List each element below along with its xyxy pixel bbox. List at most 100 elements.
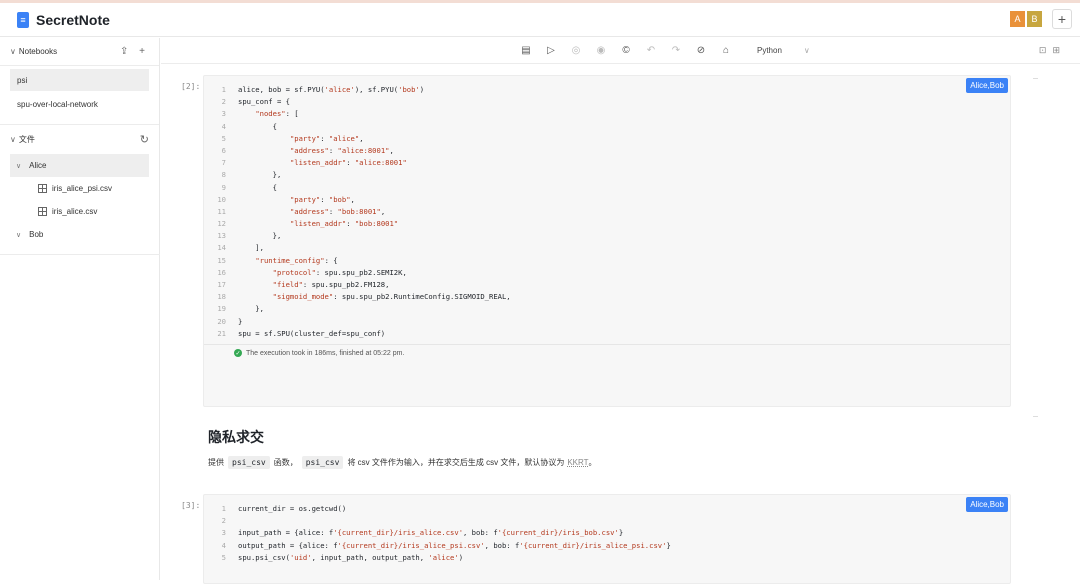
redo-icon[interactable]: ↷ (670, 44, 682, 56)
chevron-down-icon[interactable]: ∨ (804, 46, 810, 55)
code-text: ], (238, 243, 264, 253)
line-number: 16 (217, 267, 226, 277)
paragraph-text: 函数， (273, 458, 298, 467)
code-line[interactable]: 14 ], (204, 242, 1010, 254)
files-header[interactable]: ∨ 文件 ↻ (0, 124, 159, 154)
code-line[interactable]: 20} (204, 316, 1010, 328)
location-icon[interactable]: ◎ (570, 44, 582, 56)
code-line[interactable]: 3 "nodes": [ (204, 108, 1010, 120)
line-number: 2 (221, 516, 226, 526)
code-line[interactable]: 21 spu = sf.SPU(cluster_def=spu_conf) (204, 328, 1010, 340)
file-tree: ∨ Alice iris_alice_psi.csv iris_alice.cs… (0, 154, 159, 246)
line-number: 9 (221, 182, 226, 192)
code-line[interactable]: 13 }, (204, 230, 1010, 242)
folder-label: Alice (29, 161, 47, 170)
code-text: current_dir = os.getcwd() (238, 504, 347, 513)
code-line[interactable]: 4 output_path = {alice: f'{current_dir}/i… (204, 540, 1010, 552)
code-line[interactable]: 15 "runtime_config": { (204, 255, 1010, 267)
line-number: 1 (221, 85, 226, 94)
code-line[interactable]: 6 "address": "alice:8001", (204, 145, 1010, 157)
markdown-paragraph: 提供 psi_csv 函数， psi_csv 将 csv 文件作为输入，并在求交… (208, 456, 597, 469)
view-toggle-icons[interactable]: ⊡⊞ (1039, 45, 1066, 56)
cell-marker (1033, 416, 1038, 417)
kkrt-link[interactable]: KKRT (567, 458, 588, 467)
code-line[interactable]: 19 }, (204, 303, 1010, 315)
table-file-icon (38, 207, 47, 216)
line-number: 3 (221, 109, 226, 119)
code-line[interactable]: 7 "listen_addr": "alice:8001" (204, 157, 1010, 169)
language-select[interactable]: Python (757, 46, 782, 55)
line-number: 8 (221, 170, 226, 180)
code-cell[interactable]: Alice,Bob 1 current_dir = os.getcwd() 2 3 in… (203, 494, 1011, 584)
chevron-down-icon: ∨ (10, 47, 16, 56)
undo-icon[interactable]: ↶ (645, 44, 657, 56)
code-cell[interactable]: Alice,Bob 1 alice, bob = sf.PYU('alice'),… (203, 75, 1011, 407)
notebook-icon: ≡ (17, 11, 29, 28)
line-number: 19 (217, 304, 226, 314)
notebooks-label: Notebooks (18, 47, 58, 56)
cell-marker (1033, 78, 1038, 79)
kernel-icon[interactable]: ⌂ (720, 44, 732, 56)
pause-icon[interactable]: ◉ (595, 44, 607, 56)
code-text: spu.psi_csv('uid', input_path, output_pa… (238, 552, 464, 562)
code-text: "field": spu.spu_pb2.FM128, (272, 280, 390, 289)
avatar-b[interactable]: B (1026, 10, 1043, 28)
code-line[interactable]: 1 current_dir = os.getcwd() (204, 503, 1010, 515)
code-text: "party": "alice", (289, 133, 364, 143)
code-line[interactable]: 18 "sigmoid_mode": spu.spu_pb2.RuntimeCo… (204, 291, 1010, 303)
refresh-icon[interactable]: ↻ (140, 133, 149, 146)
line-number: 4 (221, 540, 226, 550)
code-text: "address": "alice:8001", (289, 145, 394, 155)
code-text: "sigmoid_mode": spu.spu_pb2.RuntimeConfi… (272, 292, 511, 302)
file-label: iris_alice_psi.csv (52, 184, 113, 193)
chevron-down-icon: ∨ (16, 162, 22, 170)
code-line[interactable]: 5 "party": "alice", (204, 133, 1010, 145)
code-line[interactable]: 8 }, (204, 169, 1010, 181)
code-line[interactable]: 16 "protocol": spu.spu_pb2.SEMI2K, (204, 267, 1010, 279)
line-number: 3 (221, 528, 226, 538)
code-text: "address": "bob:8001", (289, 206, 386, 216)
code-line[interactable]: 11 "address": "bob:8001", (204, 206, 1010, 218)
code-line[interactable]: 2 (204, 515, 1010, 527)
run-icon[interactable]: ▷ (545, 44, 557, 56)
avatar-a[interactable]: A (1009, 10, 1026, 28)
party-badge[interactable]: Alice,Bob (966, 78, 1008, 93)
code-line[interactable]: 5 spu.psi_csv('uid', input_path, output_p… (204, 552, 1010, 564)
inline-code: psi_csv (228, 456, 270, 469)
code-line[interactable]: 3 input_path = {alice: f'{current_dir}/ir… (204, 527, 1010, 539)
add-party-button[interactable]: + (1052, 9, 1072, 29)
restart-icon[interactable]: © (620, 44, 632, 56)
code-text: output_path = {alice: f'{current_dir}/ir… (238, 540, 671, 550)
notebooks-header[interactable]: ∨ Notebooks ⇪ + (0, 38, 159, 66)
code-line[interactable]: 9 { (204, 182, 1010, 194)
code-editor[interactable]: 1 current_dir = os.getcwd() 2 3 input_path =… (204, 495, 1010, 564)
code-editor[interactable]: 1 alice, bob = sf.PYU('alice'), sf.PYU('b… (204, 76, 1010, 340)
line-number: 13 (217, 231, 226, 241)
code-line[interactable]: 12 "listen_addr": "bob:8001" (204, 218, 1010, 230)
notebook-item-psi[interactable]: psi (10, 69, 149, 91)
file-iris-alice-psi[interactable]: iris_alice_psi.csv (10, 177, 149, 200)
code-line[interactable]: 1 alice, bob = sf.PYU('alice'), sf.PYU('b… (204, 84, 1010, 96)
file-iris-alice[interactable]: iris_alice.csv (10, 200, 149, 223)
cell-exec-count: [3]: (181, 501, 201, 510)
code-line[interactable]: 10 "party": "bob", (204, 194, 1010, 206)
line-number: 12 (217, 219, 226, 229)
folder-alice[interactable]: ∨ Alice (10, 154, 149, 177)
chevron-down-icon: ∨ (16, 231, 22, 239)
hide-icon[interactable]: ⊘ (695, 44, 707, 56)
inline-code: psi_csv (301, 456, 344, 469)
code-line[interactable]: 4 { (204, 121, 1010, 133)
party-badge[interactable]: Alice,Bob (966, 497, 1008, 512)
folder-bob[interactable]: ∨ Bob (10, 223, 149, 246)
code-text: "listen_addr": "alice:8001" (289, 158, 407, 168)
line-number: 21 (217, 328, 226, 338)
code-line[interactable]: 17 "field": spu.spu_pb2.FM128, (204, 279, 1010, 291)
save-icon[interactable]: ▤ (520, 44, 532, 56)
code-text: }, (238, 170, 282, 180)
notebook-item-spu-over-local-network[interactable]: spu-over-local-network (10, 93, 149, 115)
code-line[interactable]: 2 spu_conf = { (204, 96, 1010, 108)
paragraph-text: 提供 (208, 458, 224, 467)
code-text: { (238, 182, 277, 192)
line-number: 20 (217, 316, 226, 326)
notebook-actions[interactable]: ⇪ + (120, 46, 149, 57)
